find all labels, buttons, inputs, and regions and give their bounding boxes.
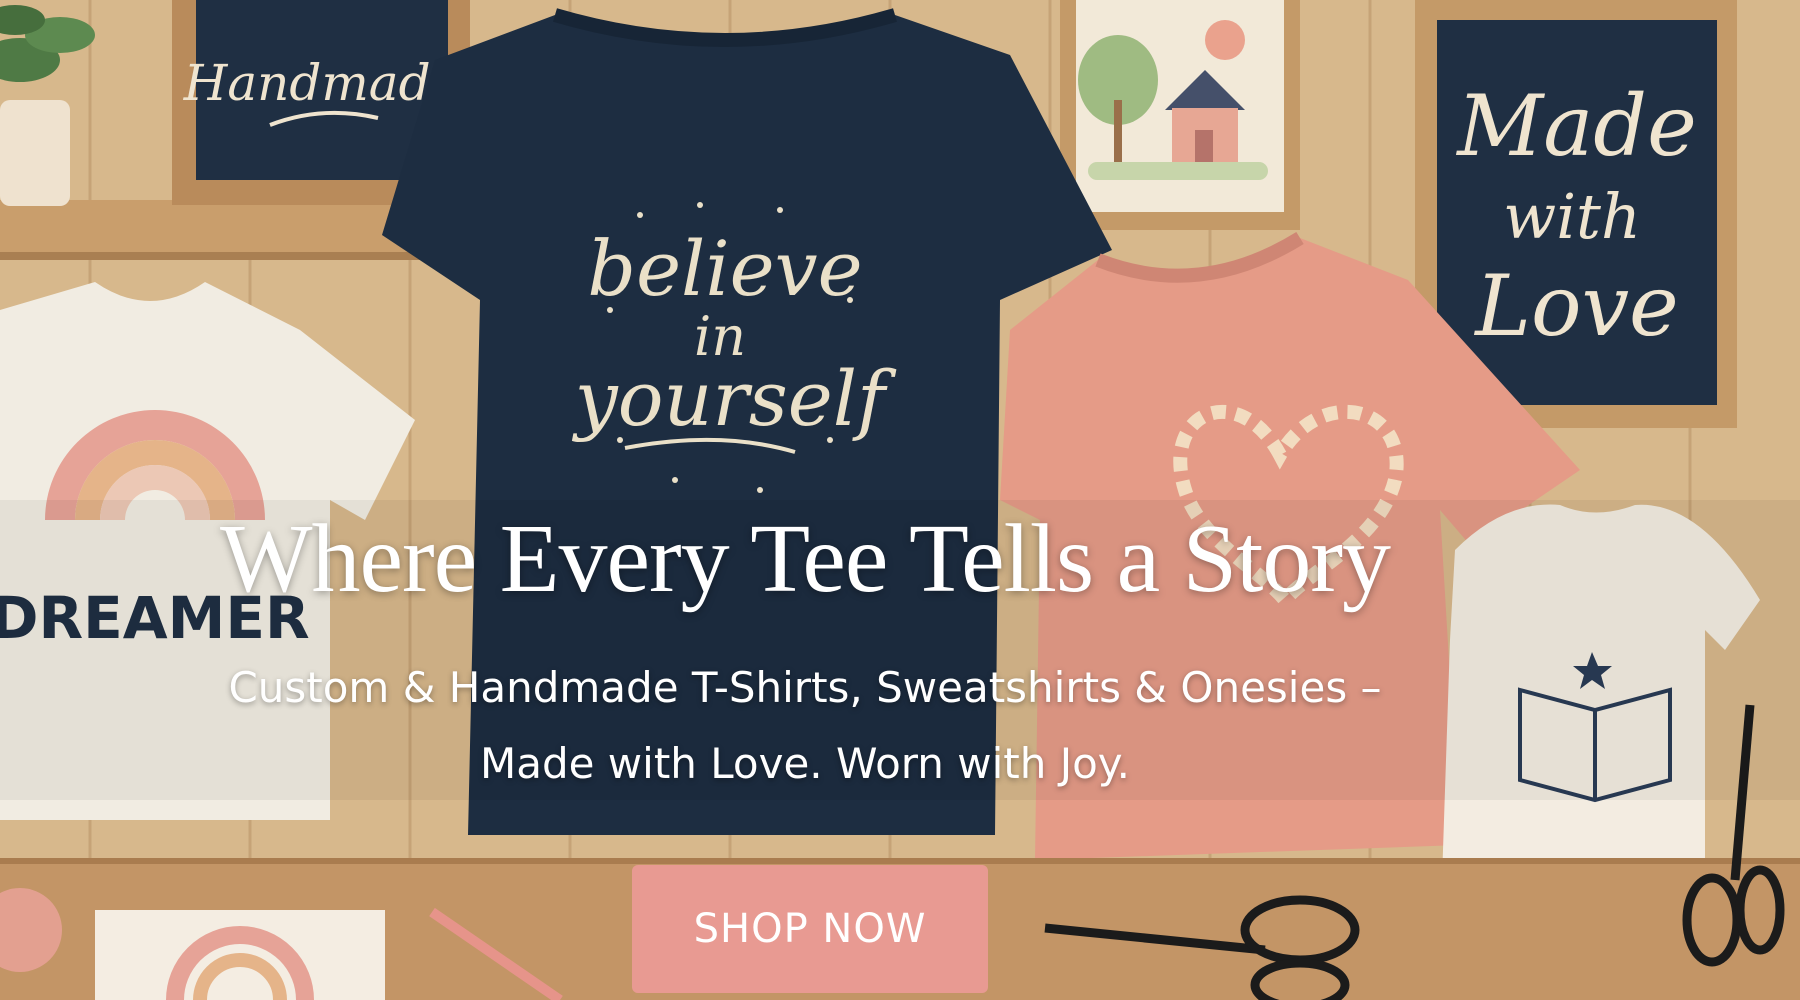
svg-text:believe: believe — [587, 224, 862, 313]
hero-headline: Where Every Tee Tells a Story — [219, 505, 1391, 613]
hero-banner: Handmade Made with Love DREAMER believe … — [0, 0, 1800, 1000]
house-art-frame — [1060, 0, 1300, 230]
svg-text:yourself: yourself — [572, 354, 897, 443]
svg-text:Handmade: Handmade — [183, 54, 460, 112]
svg-text:with: with — [1503, 180, 1641, 253]
svg-text:Love: Love — [1473, 257, 1679, 355]
notebook — [95, 910, 385, 1000]
wall-shelf — [0, 200, 420, 258]
hero-subheadline-line2: Made with Love. Worn with Joy. — [479, 739, 1131, 788]
svg-text:Made: Made — [1455, 77, 1697, 175]
hero-subheadline-line1: Custom & Handmade T-Shirts, Sweatshirts … — [228, 663, 1382, 712]
shop-now-button[interactable]: SHOP NOW — [632, 865, 988, 993]
